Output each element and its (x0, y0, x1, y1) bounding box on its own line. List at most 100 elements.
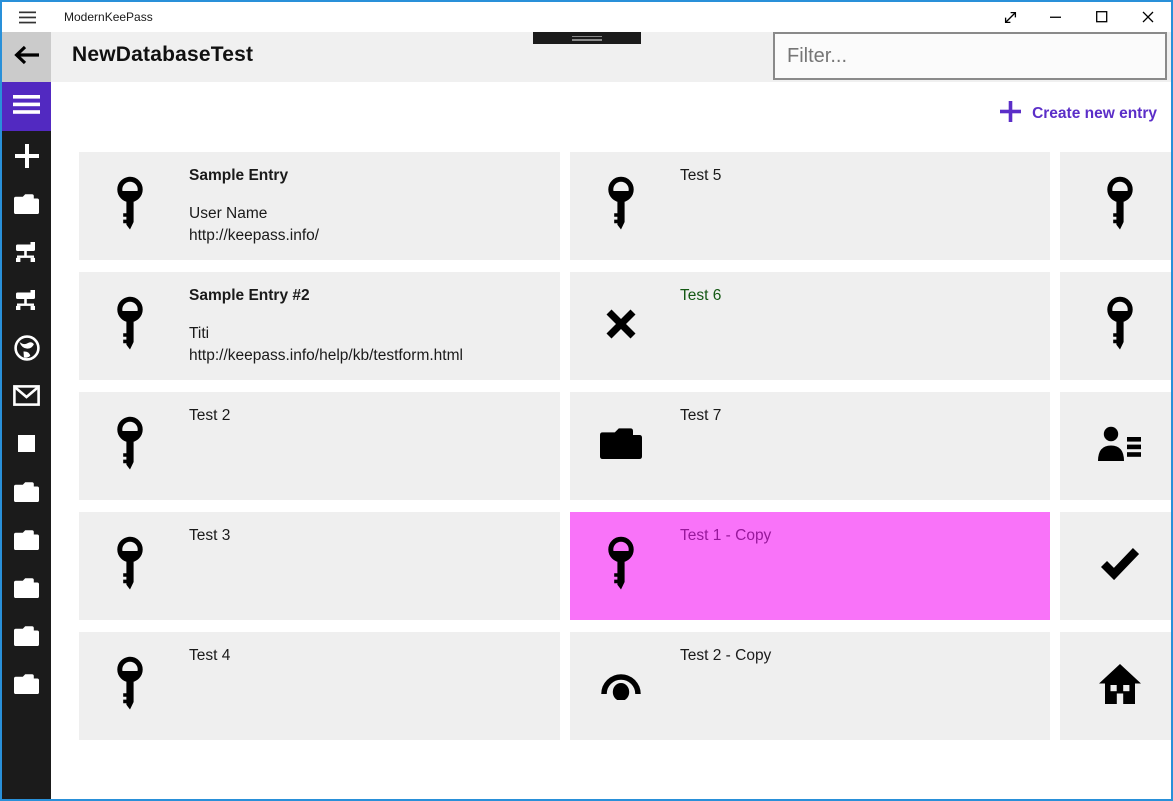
hamburger-icon (13, 94, 40, 119)
titlebar-hamburger-icon[interactable] (2, 2, 52, 32)
main-content: Create new entry Sample Entry User Name ht… (51, 82, 1171, 799)
entry-card-test-2[interactable]: Test 2 (79, 392, 560, 500)
entry-card-test-3[interactable]: Test 3 (79, 512, 560, 620)
entry-icon-slot (591, 512, 651, 620)
entry-card[interactable] (1060, 392, 1171, 500)
entry-icon-slot (1060, 632, 1171, 740)
entry-detail-line: http://keepass.info/ (189, 226, 320, 244)
app-window: ModernKeePass NewDatabaseTest Filter... … (0, 0, 1173, 801)
sidebar-item-device-3[interactable] (2, 278, 51, 326)
key-icon (1105, 176, 1135, 236)
entry-card-sample-entry[interactable]: Sample Entry User Name http://keepass.info… (79, 152, 560, 260)
entries-row: Test 3 Test 1 - Copy (79, 512, 1171, 620)
sidebar-item-folder-9[interactable] (2, 566, 51, 614)
entry-icon-slot (591, 632, 651, 740)
title-bar: ModernKeePass (2, 2, 1171, 32)
entry-details: Titi http://keepass.info/help/kb/testform… (189, 323, 463, 366)
sidebar-hamburger-button[interactable] (2, 82, 51, 131)
entry-title: Test 4 (189, 647, 231, 664)
sidebar (2, 82, 51, 799)
flyout-handle (533, 32, 641, 44)
entry-card-sample-entry-2[interactable]: Sample Entry #2 Titi http://keepass.info/h… (79, 272, 560, 380)
back-button[interactable] (2, 32, 51, 82)
page-title: NewDatabaseTest (72, 43, 254, 66)
device-icon (14, 288, 40, 317)
key-icon (115, 176, 145, 236)
sidebar-item-plus-0[interactable] (2, 134, 51, 182)
sidebar-item-folder-11[interactable] (2, 662, 51, 710)
app-title: ModernKeePass (64, 10, 153, 24)
entry-card-test-7[interactable]: Test 7 (570, 392, 1050, 500)
arc-dot-icon (601, 668, 641, 705)
home-icon (1098, 663, 1142, 710)
maximize-button[interactable] (1079, 2, 1125, 32)
entry-card-test-1-copy[interactable]: Test 1 - Copy (570, 512, 1050, 620)
plus-icon (1000, 101, 1022, 127)
entry-card[interactable] (1060, 272, 1171, 380)
entry-icon-slot (1060, 392, 1171, 500)
entry-details: User Name http://keepass.info/ (189, 203, 319, 246)
entry-icon-slot (100, 392, 160, 500)
globe-icon (13, 334, 40, 366)
entry-title: Test 1 - Copy (680, 527, 772, 544)
entry-card-test-4[interactable]: Test 4 (79, 632, 560, 740)
create-new-entry-button[interactable]: Create new entry (1000, 101, 1157, 127)
entry-card-test-2-copy[interactable]: Test 2 - Copy (570, 632, 1050, 740)
entry-icon-slot (1060, 272, 1171, 380)
folder-icon (13, 193, 40, 219)
folder-dark-icon (598, 427, 644, 466)
key-icon (1105, 296, 1135, 356)
window-controls (987, 2, 1171, 32)
entry-icon-slot (100, 152, 160, 260)
key-icon (115, 416, 145, 476)
sidebar-item-device-2[interactable] (2, 230, 51, 278)
entry-title: Test 7 (680, 407, 722, 424)
key-icon (115, 296, 145, 356)
entries-row: Sample Entry #2 Titi http://keepass.info/h… (79, 272, 1171, 380)
check-icon (1100, 547, 1140, 585)
entry-icon-slot (591, 152, 651, 260)
key-icon (115, 656, 145, 716)
entry-icon-slot (100, 272, 160, 380)
entry-title: Test 2 - Copy (680, 647, 772, 664)
close-button[interactable] (1125, 2, 1171, 32)
key-icon (115, 536, 145, 596)
key-icon (606, 536, 636, 596)
entry-title: Test 6 (680, 287, 722, 304)
entry-detail-line: Titi (189, 325, 210, 342)
sidebar-item-mail-5[interactable] (2, 374, 51, 422)
mail-icon (13, 385, 40, 411)
entry-card[interactable] (1060, 512, 1171, 620)
minimize-button[interactable] (1033, 2, 1079, 32)
sidebar-item-folder-8[interactable] (2, 518, 51, 566)
entry-title: Test 2 (189, 407, 231, 424)
entry-icon-slot (100, 512, 160, 620)
sidebar-item-square-6[interactable] (2, 422, 51, 470)
plus-icon (14, 143, 40, 174)
entry-card[interactable] (1060, 632, 1171, 740)
sidebar-item-folder-1[interactable] (2, 182, 51, 230)
resize-diagonal-button[interactable] (987, 2, 1033, 32)
sidebar-item-globe-4[interactable] (2, 326, 51, 374)
back-arrow-icon (13, 45, 41, 70)
entry-icon-slot (1060, 512, 1171, 620)
sidebar-item-folder-10[interactable] (2, 614, 51, 662)
entries-row: Sample Entry User Name http://keepass.info… (79, 152, 1171, 260)
entry-card-test-5[interactable]: Test 5 (570, 152, 1050, 260)
entry-card-test-6[interactable]: Test 6 (570, 272, 1050, 380)
entry-icon-slot (591, 272, 651, 380)
entries-grid: Sample Entry User Name http://keepass.info… (79, 152, 1171, 752)
entry-icon-slot (591, 392, 651, 500)
entry-title: Sample Entry #2 (189, 287, 310, 304)
folder-icon (13, 625, 40, 651)
entry-detail-line: http://keepass.info/help/kb/testform.htm… (189, 346, 463, 364)
device-icon (14, 240, 40, 269)
entries-row: Test 4 Test 2 - Copy (79, 632, 1171, 740)
entry-icon-slot (1060, 152, 1171, 260)
entry-title: Sample Entry (189, 167, 289, 184)
create-new-entry-label: Create new entry (1032, 105, 1157, 122)
sidebar-item-folder-7[interactable] (2, 470, 51, 518)
entries-row: Test 2 Test 7 (79, 392, 1171, 500)
filter-input[interactable] (773, 32, 1167, 80)
entry-card[interactable] (1060, 152, 1171, 260)
